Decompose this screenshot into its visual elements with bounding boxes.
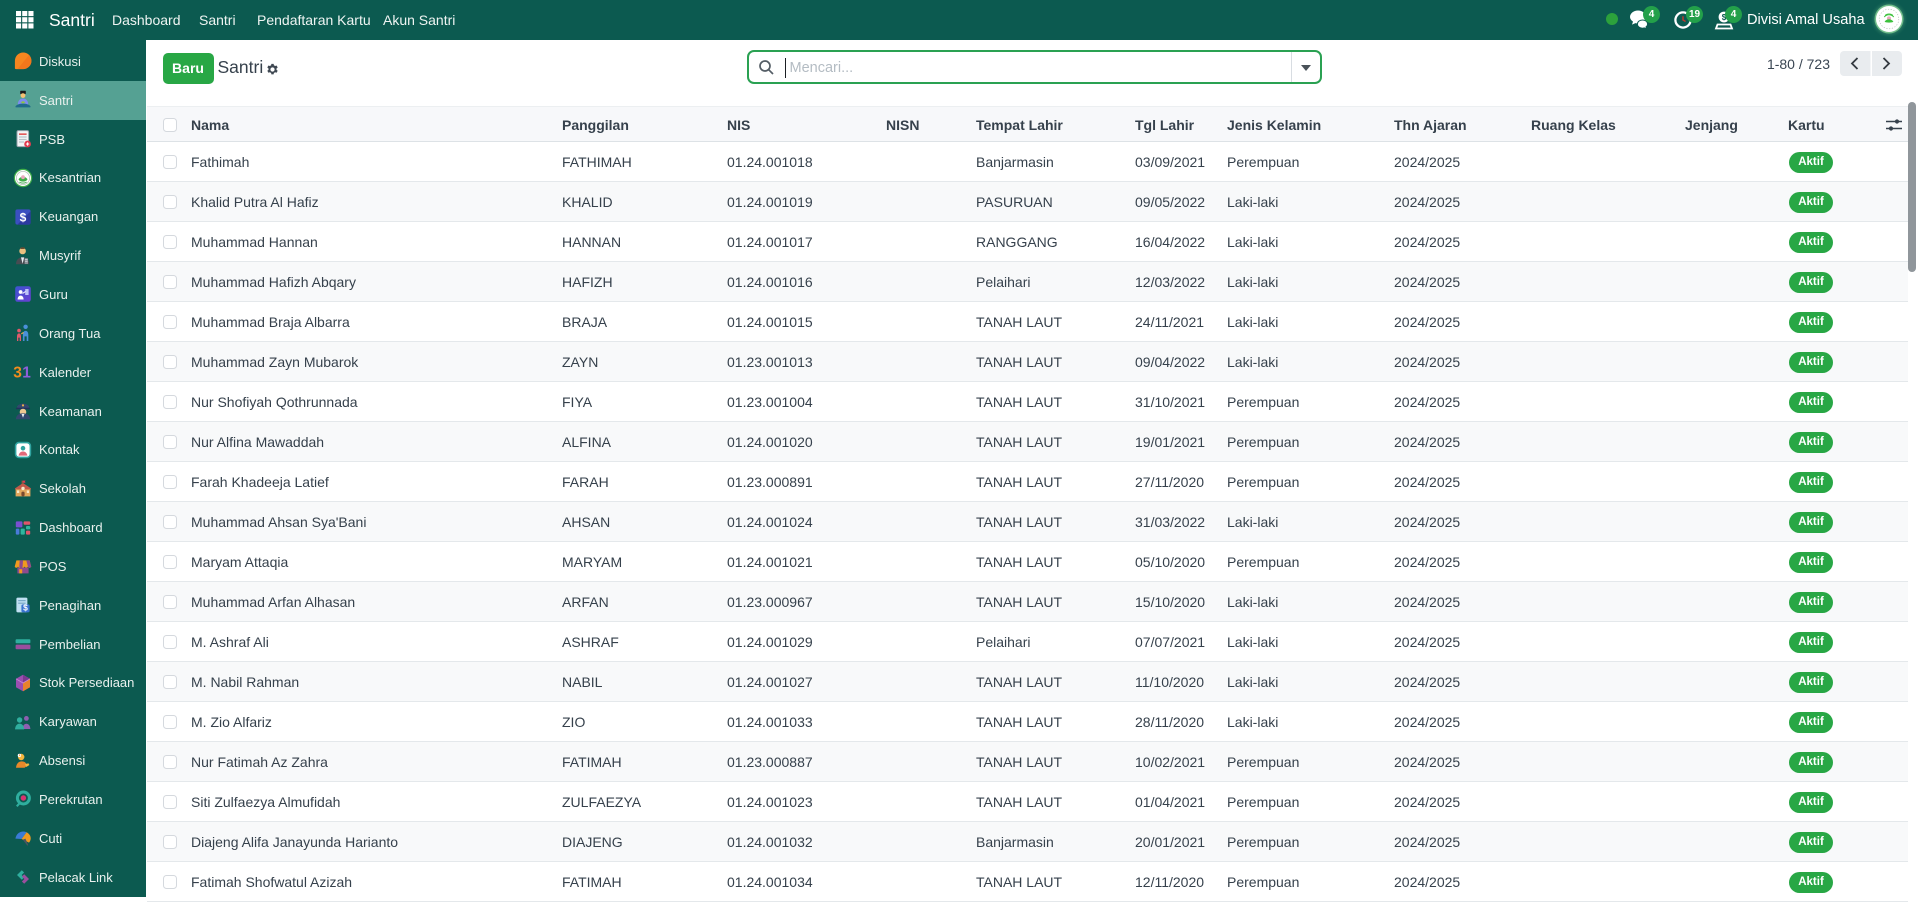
svg-text:3: 3 — [13, 365, 22, 382]
svg-text:1: 1 — [22, 365, 31, 382]
svg-text:$: $ — [23, 603, 28, 613]
svg-text:$: $ — [20, 210, 27, 224]
